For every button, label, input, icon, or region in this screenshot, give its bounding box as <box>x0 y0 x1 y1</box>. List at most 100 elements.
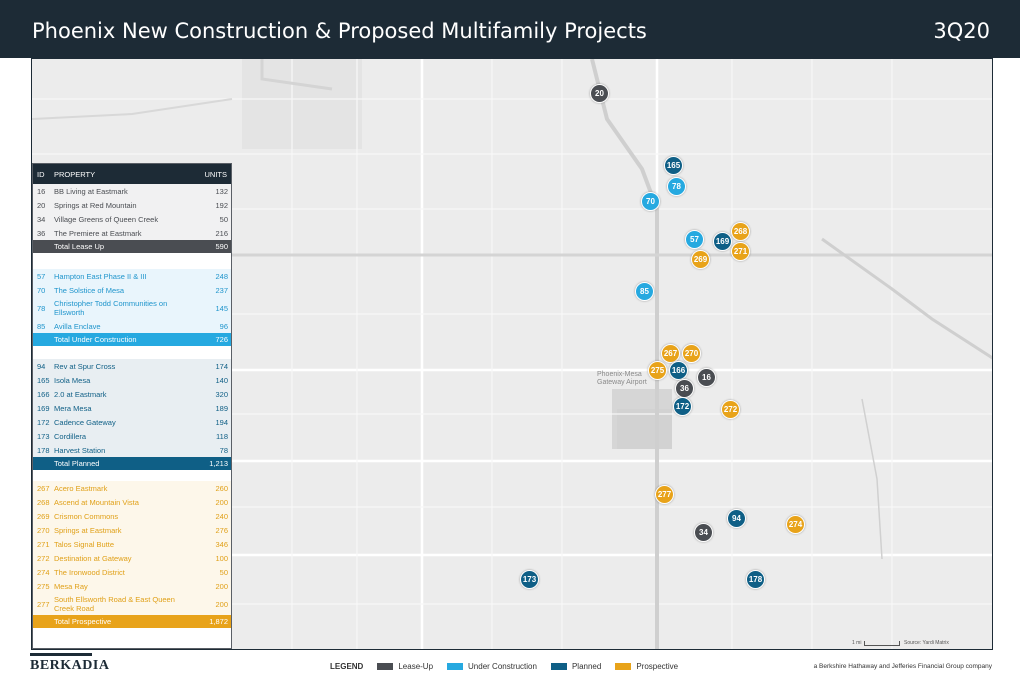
table-row[interactable]: 272 Destination at Gateway 100 <box>33 551 231 565</box>
table-row[interactable]: 70 The Solstice of Mesa 237 <box>33 283 231 297</box>
map-pin-36[interactable]: 36 <box>675 379 694 398</box>
map-pin-277[interactable]: 277 <box>655 485 674 504</box>
row-units: 50 <box>219 214 228 224</box>
row-units: 96 <box>219 321 228 331</box>
quarter-label: 3Q20 <box>933 19 990 43</box>
table-row[interactable]: 57 Hampton East Phase II & III 248 <box>33 269 231 283</box>
under-construction-section: 57 Hampton East Phase II & III 248 70 The So… <box>33 269 231 333</box>
row-property: Avilla Enclave <box>54 321 101 331</box>
row-units: 216 <box>215 228 228 238</box>
map-pin-70[interactable]: 70 <box>641 192 660 211</box>
table-row[interactable]: 85 Avilla Enclave 96 <box>33 319 231 333</box>
map-pin-178[interactable]: 178 <box>746 570 765 589</box>
table-row[interactable]: 165 Isola Mesa 140 <box>33 373 231 387</box>
map-pin-271[interactable]: 271 <box>731 242 750 261</box>
row-units: 346 <box>215 539 228 549</box>
row-units: 140 <box>215 375 228 385</box>
row-units: 260 <box>215 483 228 493</box>
row-units: 276 <box>215 525 228 535</box>
row-id: 85 <box>37 321 46 331</box>
row-id: 272 <box>37 553 50 563</box>
row-property: Mera Mesa <box>54 403 92 413</box>
legend-lease-up: Lease-Up <box>398 662 434 671</box>
table-row[interactable]: 34 Village Greens of Queen Creek 50 <box>33 212 231 226</box>
row-id: 94 <box>37 361 46 371</box>
row-id: 269 <box>37 511 50 521</box>
map-pin-166[interactable]: 166 <box>669 361 688 380</box>
row-id: 270 <box>37 525 50 535</box>
table-row[interactable]: 166 2.0 at Eastmark 320 <box>33 387 231 401</box>
row-property: The Solstice of Mesa <box>54 285 125 295</box>
map-pin-34[interactable]: 34 <box>694 523 713 542</box>
row-id: 78 <box>37 303 46 313</box>
table-row[interactable]: 173 Cordillera 118 <box>33 429 231 443</box>
map-pin-272[interactable]: 272 <box>721 400 740 419</box>
lease-up-section: 16 BB Living at Eastmark 132 20 Springs at R… <box>33 184 231 240</box>
row-property: Springs at Eastmark <box>54 525 122 535</box>
total-units: 1,213 <box>209 459 228 468</box>
prospective-section: 267 Acero Eastmark 260 268 Ascend at Mountai… <box>33 481 231 615</box>
table-row[interactable]: 268 Ascend at Mountain Vista 200 <box>33 495 231 509</box>
map-pin-165[interactable]: 165 <box>664 156 683 175</box>
table-row[interactable]: 274 The Ironwood District 50 <box>33 565 231 579</box>
row-property: Christopher Todd Communities on Ellswort… <box>54 299 168 317</box>
scale-label: 1 mi <box>852 640 862 646</box>
col-property: PROPERTY <box>54 169 96 179</box>
total-units: 590 <box>215 242 228 251</box>
legend-label: LEGEND <box>330 662 364 671</box>
row-units: 78 <box>219 445 228 455</box>
table-row[interactable]: 269 Crismon Commons 240 <box>33 509 231 523</box>
row-units: 200 <box>215 599 228 609</box>
row-id: 166 <box>37 389 50 399</box>
map-pin-94[interactable]: 94 <box>727 509 746 528</box>
row-property: Ascend at Mountain Vista <box>54 497 139 507</box>
row-units: 240 <box>215 511 228 521</box>
row-units: 237 <box>215 285 228 295</box>
total-label: Total Prospective <box>54 617 112 626</box>
table-row[interactable]: 78 Christopher Todd Communities on Ellswo… <box>33 297 231 319</box>
source-note: Source: Yardi Matrix <box>904 640 949 646</box>
map-pin-172[interactable]: 172 <box>673 397 692 416</box>
map-pin-274[interactable]: 274 <box>786 515 805 534</box>
table-row[interactable]: 36 The Premiere at Eastmark 216 <box>33 226 231 240</box>
total-units: 726 <box>215 335 228 344</box>
map-pin-85[interactable]: 85 <box>635 282 654 301</box>
table-row[interactable]: 94 Rev at Spur Cross 174 <box>33 359 231 373</box>
table-row[interactable]: 16 BB Living at Eastmark 132 <box>33 184 231 198</box>
berkadia-logo: BERKADIA <box>30 658 110 673</box>
row-id: 165 <box>37 375 50 385</box>
row-id: 277 <box>37 599 50 609</box>
map-pin-16[interactable]: 16 <box>697 368 716 387</box>
table-row[interactable]: 271 Talos Signal Butte 346 <box>33 537 231 551</box>
legend-under-construction: Under Construction <box>468 662 537 671</box>
row-property: Cadence Gateway <box>54 417 116 427</box>
map-pin-268[interactable]: 268 <box>731 222 750 241</box>
map-pin-78[interactable]: 78 <box>667 177 686 196</box>
table-row[interactable]: 169 Mera Mesa 189 <box>33 401 231 415</box>
prospective-swatch <box>615 663 632 670</box>
table-row[interactable]: 267 Acero Eastmark 260 <box>33 481 231 495</box>
table-row[interactable]: 270 Springs at Eastmark 276 <box>33 523 231 537</box>
table-row[interactable]: 178 Harvest Station 78 <box>33 443 231 457</box>
table-row[interactable]: 20 Springs at Red Mountain 192 <box>33 198 231 212</box>
map-pin-275[interactable]: 275 <box>648 361 667 380</box>
map-pin-270[interactable]: 270 <box>682 344 701 363</box>
total-label: Total Under Construction <box>54 335 137 344</box>
row-property: Destination at Gateway <box>54 553 132 563</box>
row-property: Hampton East Phase II & III <box>54 271 147 281</box>
legend-planned: Planned <box>571 662 602 671</box>
table-row[interactable]: 277 South Ellsworth Road & East Queen Cre… <box>33 593 231 615</box>
row-property: Springs at Red Mountain <box>54 200 137 210</box>
row-units: 248 <box>215 271 228 281</box>
map-pin-173[interactable]: 173 <box>520 570 539 589</box>
under-total-row: Total Under Construction 726 <box>33 333 231 346</box>
map-pin-20[interactable]: 20 <box>590 84 609 103</box>
map-pin-269[interactable]: 269 <box>691 250 710 269</box>
row-property: Harvest Station <box>54 445 106 455</box>
map-pin-169[interactable]: 169 <box>713 232 732 251</box>
table-row[interactable]: 172 Cadence Gateway 194 <box>33 415 231 429</box>
row-id: 275 <box>37 581 50 591</box>
map-pin-57[interactable]: 57 <box>685 230 704 249</box>
table-row[interactable]: 275 Mesa Ray 200 <box>33 579 231 593</box>
row-id: 268 <box>37 497 50 507</box>
